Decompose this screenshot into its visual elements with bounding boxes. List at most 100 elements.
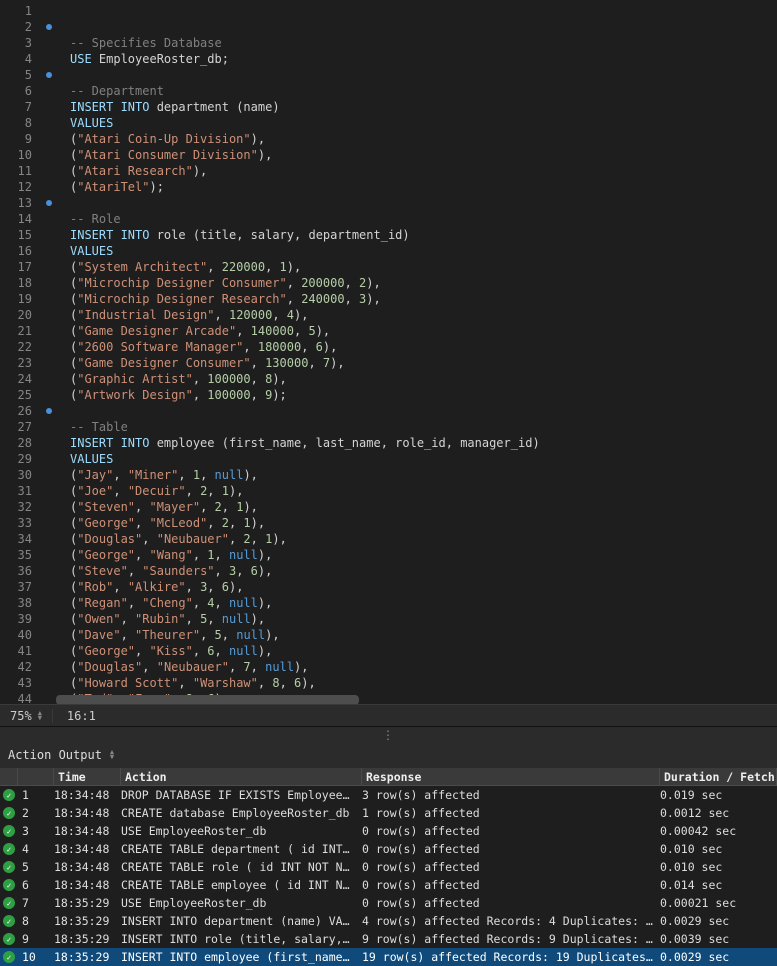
marker-slot	[42, 3, 56, 19]
panel-dropdown-icon[interactable]: ▲▼	[110, 750, 114, 760]
col-duration[interactable]: Duration / Fetch Time	[660, 768, 777, 785]
code-line[interactable]: ("Artwork Design", 100000, 9);	[70, 387, 777, 403]
index-cell: 10	[18, 950, 54, 964]
code-line[interactable]: VALUES	[70, 243, 777, 259]
table-row[interactable]: ✓318:34:48USE EmployeeRoster_db0 row(s) …	[0, 822, 777, 840]
code-line[interactable]: ("George", "McLeod", 2, 1),	[70, 515, 777, 531]
line-number: 42	[0, 659, 32, 675]
table-row[interactable]: ✓718:35:29USE EmployeeRoster_db0 row(s) …	[0, 894, 777, 912]
code-line[interactable]: ("Game Designer Arcade", 140000, 5),	[70, 323, 777, 339]
table-row[interactable]: ✓618:34:48CREATE TABLE employee ( id INT…	[0, 876, 777, 894]
code-line[interactable]: INSERT INTO role (title, salary, departm…	[70, 227, 777, 243]
statement-marker-icon	[46, 408, 52, 414]
code-line[interactable]: ("Owen", "Rubin", 5, null),	[70, 611, 777, 627]
code-line[interactable]: ("2600 Software Manager", 180000, 6),	[70, 339, 777, 355]
marker-slot	[42, 339, 56, 355]
table-row[interactable]: ✓118:34:48DROP DATABASE IF EXISTS Employ…	[0, 786, 777, 804]
code-line[interactable]: INSERT INTO employee (first_name, last_n…	[70, 435, 777, 451]
code-line[interactable]: ("Douglas", "Neubauer", 7, null),	[70, 659, 777, 675]
code-line[interactable]: INSERT INTO department (name)	[70, 99, 777, 115]
col-time[interactable]: Time	[54, 768, 121, 785]
code-line[interactable]: ("Douglas", "Neubauer", 2, 1),	[70, 531, 777, 547]
col-action[interactable]: Action	[121, 768, 362, 785]
code-line[interactable]: ("Microchip Designer Consumer", 200000, …	[70, 275, 777, 291]
code-line[interactable]: ("George", "Kiss", 6, null),	[70, 643, 777, 659]
time-cell: 18:34:48	[54, 860, 121, 874]
time-cell: 18:34:48	[54, 842, 121, 856]
response-cell: 0 row(s) affected	[362, 824, 660, 838]
code-line[interactable]: ("Regan", "Cheng", 4, null),	[70, 595, 777, 611]
duration-cell: 0.010 sec	[660, 860, 777, 874]
line-number: 32	[0, 499, 32, 515]
line-number: 31	[0, 483, 32, 499]
table-row[interactable]: ✓818:35:29INSERT INTO department (name) …	[0, 912, 777, 930]
marker-slot	[42, 275, 56, 291]
col-index[interactable]	[18, 768, 54, 785]
code-line[interactable]: ("Microchip Designer Research", 240000, …	[70, 291, 777, 307]
line-number: 28	[0, 435, 32, 451]
code-editor[interactable]: -- Specifies DatabaseUSE EmployeeRoster_…	[56, 0, 777, 704]
line-number: 3	[0, 35, 32, 51]
table-row[interactable]: ✓918:35:29INSERT INTO role (title, salar…	[0, 930, 777, 948]
line-number: 11	[0, 163, 32, 179]
line-number: 4	[0, 51, 32, 67]
time-cell: 18:35:29	[54, 950, 121, 964]
status-cell: ✓	[0, 825, 18, 837]
duration-cell: 0.019 sec	[660, 788, 777, 802]
status-cell: ✓	[0, 897, 18, 909]
code-line[interactable]: ("Atari Coin-Up Division"),	[70, 131, 777, 147]
index-cell: 7	[18, 896, 54, 910]
table-row[interactable]: ✓1018:35:29INSERT INTO employee (first_n…	[0, 948, 777, 966]
code-line[interactable]: ("Joe", "Decuir", 2, 1),	[70, 483, 777, 499]
code-line[interactable]: ("Steven", "Mayer", 2, 1),	[70, 499, 777, 515]
time-cell: 18:34:48	[54, 824, 121, 838]
line-number: 30	[0, 467, 32, 483]
table-row[interactable]: ✓218:34:48CREATE database EmployeeRoster…	[0, 804, 777, 822]
code-line[interactable]: ("Rob", "Alkire", 3, 6),	[70, 579, 777, 595]
code-line[interactable]: -- Department	[70, 83, 777, 99]
code-line[interactable]: ("AtariTel");	[70, 179, 777, 195]
marker-slot	[42, 659, 56, 675]
code-line[interactable]: ("Dave", "Theurer", 5, null),	[70, 627, 777, 643]
col-status[interactable]	[0, 768, 18, 785]
code-line[interactable]	[70, 195, 777, 211]
code-line[interactable]: VALUES	[70, 115, 777, 131]
code-line[interactable]: ("George", "Wang", 1, null),	[70, 547, 777, 563]
table-row[interactable]: ✓418:34:48CREATE TABLE department ( id I…	[0, 840, 777, 858]
marker-slot	[42, 291, 56, 307]
table-row[interactable]: ✓518:34:48CREATE TABLE role ( id INT NOT…	[0, 858, 777, 876]
panel-title: Action Output	[8, 748, 102, 762]
panel-splitter[interactable]: ⋮	[0, 726, 777, 742]
scrollbar-thumb[interactable]	[56, 695, 359, 704]
success-icon: ✓	[3, 879, 15, 891]
code-line[interactable]: ("Steve", "Saunders", 3, 6),	[70, 563, 777, 579]
marker-slot	[42, 387, 56, 403]
action-cell: CREATE database EmployeeRoster_db	[121, 806, 362, 820]
code-line[interactable]: ("Atari Research"),	[70, 163, 777, 179]
code-line[interactable]: ("System Architect", 220000, 1),	[70, 259, 777, 275]
code-line[interactable]	[70, 67, 777, 83]
success-icon: ✓	[3, 915, 15, 927]
code-line[interactable]: ("Atari Consumer Division"),	[70, 147, 777, 163]
code-line[interactable]: -- Specifies Database	[70, 35, 777, 51]
editor-area: 1234567891011121314151617181920212223242…	[0, 0, 777, 704]
success-icon: ✓	[3, 897, 15, 909]
horizontal-scrollbar[interactable]	[56, 695, 777, 704]
line-number: 37	[0, 579, 32, 595]
code-line[interactable]	[70, 403, 777, 419]
zoom-stepper-icon[interactable]: ▲▼	[38, 711, 42, 721]
code-line[interactable]: ("Jay", "Miner", 1, null),	[70, 467, 777, 483]
code-line[interactable]: ("Game Designer Consumer", 130000, 7),	[70, 355, 777, 371]
code-line[interactable]: ("Howard Scott", "Warshaw", 8, 6),	[70, 675, 777, 691]
code-line[interactable]: -- Table	[70, 419, 777, 435]
code-line[interactable]: VALUES	[70, 451, 777, 467]
col-response[interactable]: Response	[362, 768, 660, 785]
zoom-control[interactable]: 75% ▲▼	[0, 709, 53, 723]
code-line[interactable]: ("Industrial Design", 120000, 4),	[70, 307, 777, 323]
code-line[interactable]: -- Role	[70, 211, 777, 227]
marker-slot	[42, 323, 56, 339]
code-line[interactable]: ("Graphic Artist", 100000, 8),	[70, 371, 777, 387]
line-number: 20	[0, 307, 32, 323]
code-line[interactable]: USE EmployeeRoster_db;	[70, 51, 777, 67]
marker-slot	[42, 435, 56, 451]
